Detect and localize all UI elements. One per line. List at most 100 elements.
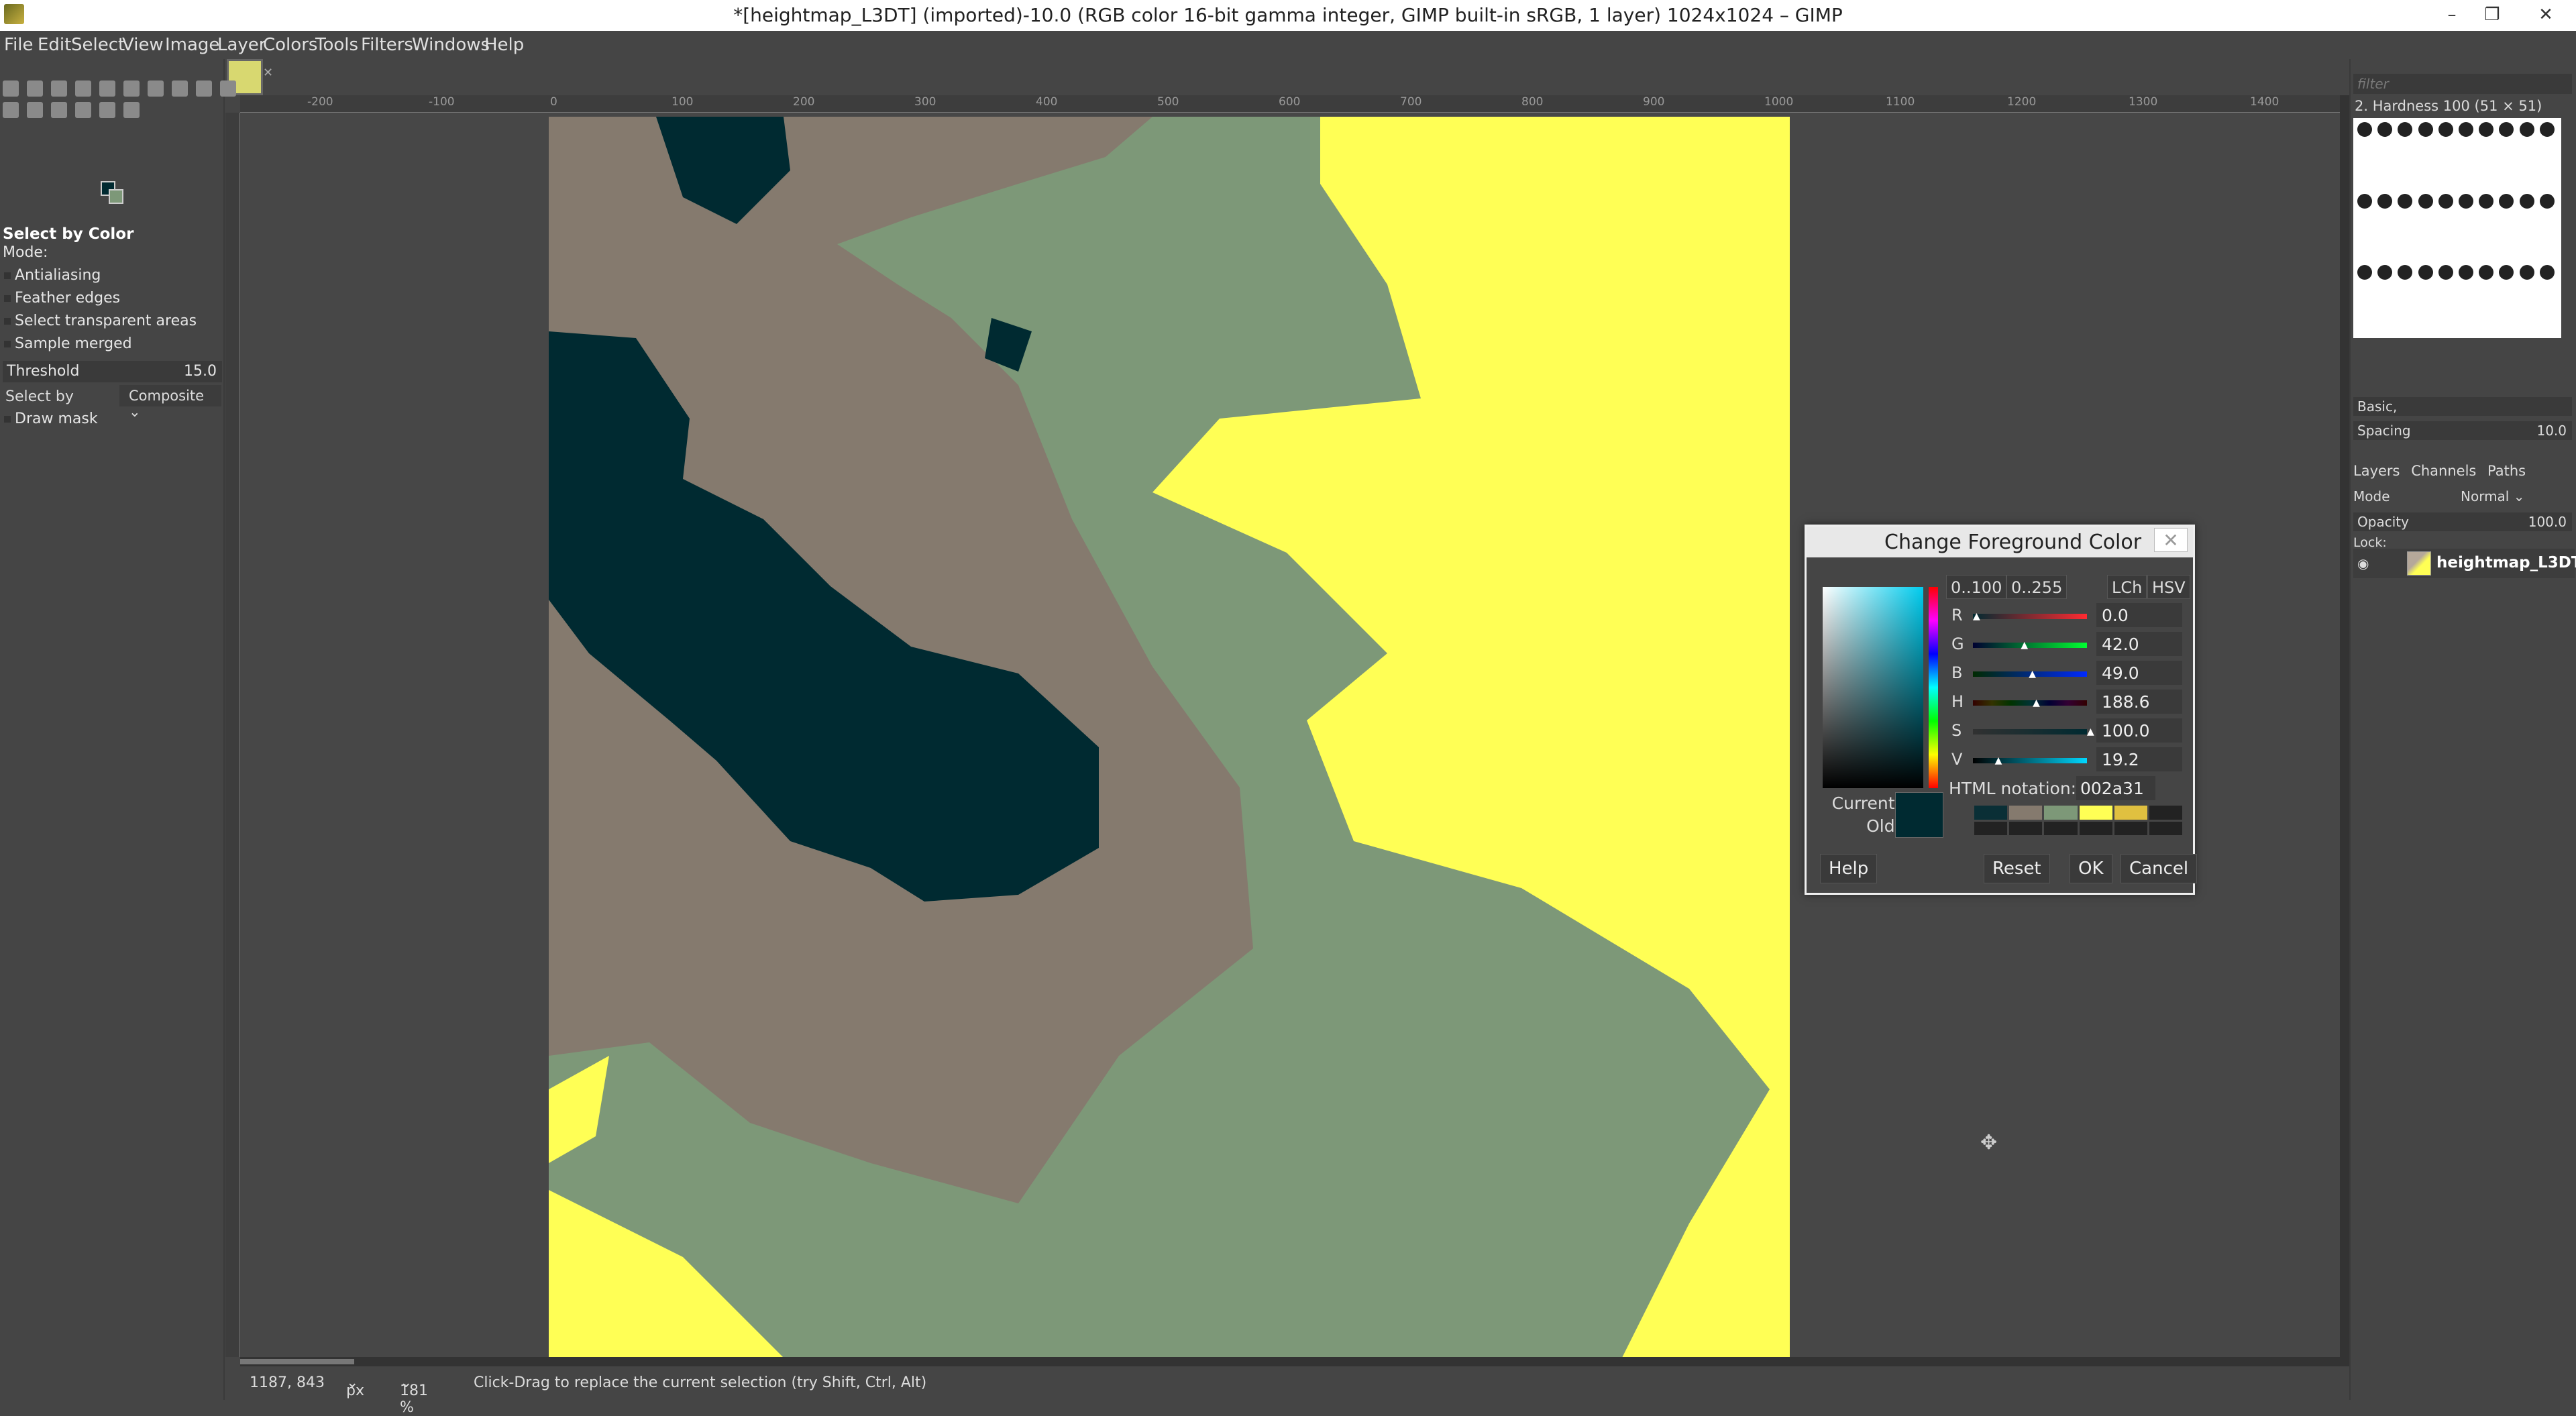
slider-marker-icon[interactable]: ▲ [2033,698,2040,708]
brush-item[interactable] [2479,122,2494,137]
tool-warp-icon[interactable] [148,80,164,97]
sample-merged-checkbox[interactable]: Sample merged [0,335,225,358]
tool-bucket-icon[interactable] [172,80,188,97]
checkbox-box[interactable] [4,295,11,302]
channel-value-input[interactable]: 188.6 [2096,690,2182,714]
slider-marker-icon[interactable]: ▲ [1995,755,2002,766]
brush-item[interactable] [2418,193,2433,209]
tool-rect-select-icon[interactable] [27,80,43,97]
vertical-scrollbar[interactable] [2340,95,2349,1366]
hue-strip[interactable] [1929,587,1938,788]
tool-free-select-icon[interactable] [51,80,67,97]
tool-text-icon[interactable] [75,102,91,118]
lch-button[interactable]: LCh [2107,575,2147,599]
checkbox-box[interactable] [4,416,11,423]
history-swatch[interactable] [2149,821,2182,835]
menu-view[interactable]: View [122,35,164,55]
menu-layer[interactable]: Layer [217,35,266,55]
checkbox-box[interactable] [4,318,11,325]
channel-value-input[interactable]: 49.0 [2096,661,2182,685]
brush-item[interactable] [2438,122,2453,137]
tab-paths[interactable]: Paths [2487,463,2526,479]
brush-item[interactable] [2377,193,2393,209]
brush-item[interactable] [2398,122,2413,137]
checkbox-box[interactable] [4,272,11,279]
channel-value-input[interactable]: 0.0 [2096,603,2182,627]
history-swatch[interactable] [2114,821,2147,835]
brush-item[interactable] [2499,122,2514,137]
brush-item[interactable] [2499,193,2514,209]
scroll-thumb[interactable] [240,1359,354,1364]
slider-marker-icon[interactable]: ▲ [2021,640,2028,651]
draw-mask-checkbox[interactable]: Draw mask [0,411,225,433]
brush-item[interactable] [2499,265,2514,280]
html-notation-input[interactable]: 002a31 [2076,776,2155,800]
tool-transform-icon[interactable] [123,80,140,97]
opacity-value[interactable]: 100.0 [2528,514,2567,530]
brush-item[interactable] [2398,193,2413,209]
unit-dropdown[interactable]: px ⌄ [346,1374,364,1399]
checkbox-box[interactable] [4,341,11,347]
dialog-close-icon[interactable]: ✕ [2154,528,2188,552]
brush-item[interactable] [2357,122,2372,137]
brush-item[interactable] [2519,193,2534,209]
slider-marker-icon[interactable]: ▲ [2029,669,2036,679]
image-tab-close-icon[interactable]: ✕ [263,66,273,80]
history-swatch[interactable] [1974,806,2008,820]
reset-button[interactable]: Reset [1984,854,2050,883]
brush-filter-input[interactable]: filter [2353,74,2572,94]
channel-value-input[interactable]: 42.0 [2096,632,2182,656]
brush-preset-field[interactable]: Basic, [2353,397,2572,416]
brush-item[interactable] [2479,193,2494,209]
menu-windows[interactable]: Windows [412,35,490,55]
help-button[interactable]: Help [1820,854,1878,883]
tool-clone-icon[interactable] [3,102,19,118]
history-swatch[interactable] [2079,806,2112,820]
channel-value-input[interactable]: 100.0 [2096,718,2182,743]
brush-item[interactable] [2398,265,2413,280]
layer-name[interactable]: heightmap_L3DT.p [2436,554,2576,571]
minimize-button[interactable]: – [2435,1,2469,28]
spacing-slider[interactable]: Spacing 10.0 [2353,421,2572,440]
menu-filters[interactable]: Filters [361,35,413,55]
brush-item[interactable] [2519,122,2534,137]
history-swatch[interactable] [2149,806,2182,820]
channel-slider[interactable]: ▲ [1973,669,2087,679]
history-swatch[interactable] [2044,806,2078,820]
tool-eraser-icon[interactable] [220,80,236,97]
tab-channels[interactable]: Channels [2411,463,2476,479]
menu-image[interactable]: Image [165,35,219,55]
brush-item[interactable] [2539,122,2555,137]
range-100-button[interactable]: 0..100 [1946,575,2007,599]
tool-fuzzy-select-icon[interactable] [75,80,91,97]
tool-align-icon[interactable] [3,80,19,97]
range-255-button[interactable]: 0..255 [2006,575,2068,599]
tool-crop-icon[interactable] [99,80,115,97]
close-button[interactable]: ✕ [2529,1,2563,28]
menu-tools[interactable]: Tools [315,35,358,55]
channel-slider[interactable]: ▲ [1973,611,2087,622]
menu-select[interactable]: Select [71,35,125,55]
select-by-dropdown[interactable]: Composite ⌄ [119,385,221,420]
saturation-value-square[interactable] [1823,587,1923,788]
ok-button[interactable]: OK [2070,854,2112,883]
menu-edit[interactable]: Edit [38,35,71,55]
layer-mode-dropdown[interactable]: Normal ⌄ [2461,488,2525,504]
feather-edges-checkbox[interactable]: Feather edges [0,290,225,313]
menu-colors[interactable]: Colors [263,35,317,55]
select-transparent-checkbox[interactable]: Select transparent areas [0,313,225,335]
brush-item[interactable] [2357,265,2372,280]
brush-item[interactable] [2418,122,2433,137]
tool-pencil-icon[interactable] [196,80,212,97]
threshold-value[interactable]: 15.0 [184,363,217,380]
brush-item[interactable] [2377,122,2393,137]
cancel-button[interactable]: Cancel [2121,854,2198,883]
brush-item[interactable] [2377,265,2393,280]
brush-item[interactable] [2357,193,2372,209]
tab-layers[interactable]: Layers [2353,463,2400,479]
menu-help[interactable]: Help [484,35,524,55]
history-swatch[interactable] [2009,806,2043,820]
history-swatch[interactable] [2114,806,2147,820]
tool-zoom-icon[interactable] [123,102,140,118]
channel-value-input[interactable]: 19.2 [2096,747,2182,771]
